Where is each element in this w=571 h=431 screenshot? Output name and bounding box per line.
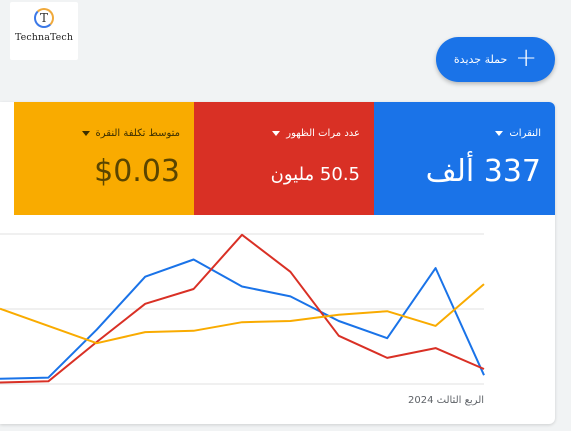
metric-tile-clicks[interactable]: النقرات 337 ألف	[374, 102, 555, 215]
metric-tile-impressions[interactable]: عدد مرات الظهور 50.5 مليون	[194, 102, 374, 215]
caret-down-icon	[81, 131, 90, 136]
caret-down-icon	[272, 131, 281, 136]
metric-impressions-dropdown[interactable]: عدد مرات الظهور	[272, 128, 360, 139]
metric-impressions-value: 50.5 مليون	[270, 164, 360, 185]
metric-avg-cpc-label: متوسط تكلفة النقرة	[95, 128, 180, 139]
metric-clicks-label: النقرات	[509, 128, 541, 139]
brand-name: TechnaTech	[14, 32, 74, 43]
metric-avg-cpc-dropdown[interactable]: متوسط تكلفة النقرة	[81, 128, 180, 139]
metric-tile-avg-cpc[interactable]: متوسط تكلفة النقرة $0.03	[14, 102, 194, 215]
performance-card: النقرات 337 ألف عدد مرات الظهور 50.5 ملي…	[0, 102, 555, 424]
metric-clicks-dropdown[interactable]: النقرات	[495, 128, 541, 139]
new-campaign-button[interactable]: + حملة جديدة	[436, 37, 555, 82]
chart-period-label: الربع الثالث 2024	[408, 395, 485, 406]
caret-down-icon	[495, 131, 504, 136]
new-campaign-label: حملة جديدة	[453, 53, 508, 66]
metric-impressions-label: عدد مرات الظهور	[286, 128, 360, 139]
plus-icon: +	[515, 43, 538, 73]
series-line-2	[0, 283, 485, 345]
logo-initial: T	[39, 11, 48, 25]
metric-avg-cpc-value: $0.03	[94, 154, 180, 189]
performance-line-chart	[0, 233, 485, 385]
metric-placeholder	[0, 102, 14, 215]
brand-logo: T TechnaTech	[10, 2, 78, 60]
logo-icon: T	[34, 8, 54, 28]
metric-clicks-value: 337 ألف	[425, 154, 541, 189]
